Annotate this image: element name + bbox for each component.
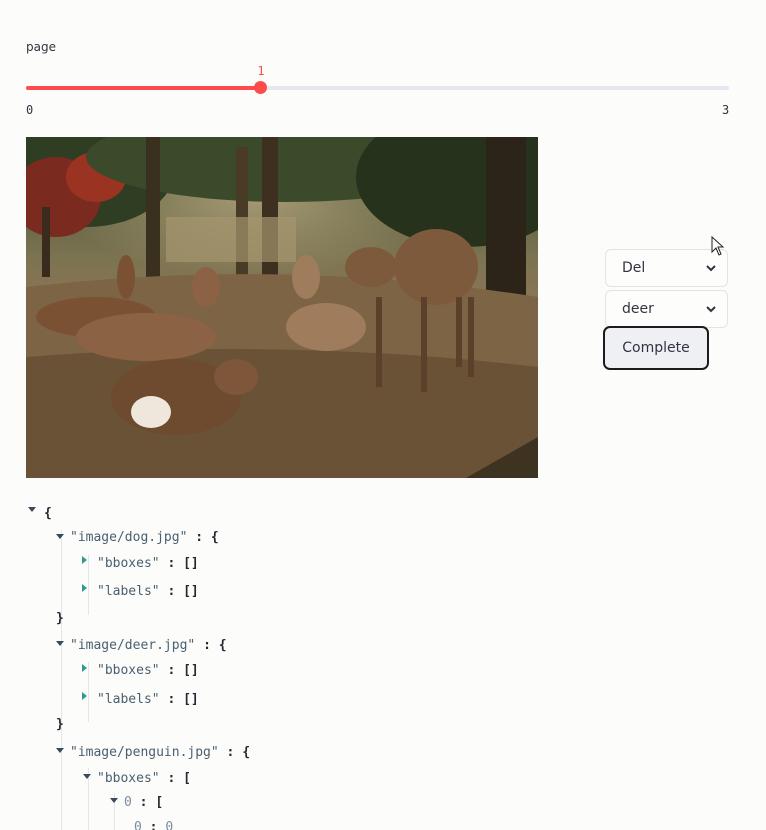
close-brace: } bbox=[56, 611, 64, 626]
mouse-cursor-icon bbox=[711, 236, 725, 256]
json-field-bboxes: "bboxes" : [] bbox=[97, 556, 199, 571]
json-entry-dog: "image/dog.jpg" : { bbox=[70, 530, 219, 545]
json-field-labels: "labels" : [] bbox=[97, 584, 199, 599]
json-entry-deer: "image/deer.jpg" : { bbox=[70, 638, 227, 653]
root-open-brace: { bbox=[44, 506, 52, 521]
slider-label: page bbox=[26, 40, 56, 54]
collapse-toggle-icon[interactable] bbox=[28, 507, 36, 512]
collapse-toggle-icon[interactable] bbox=[83, 774, 91, 779]
collapse-toggle-icon[interactable] bbox=[56, 534, 64, 539]
slider-thumb[interactable] bbox=[254, 81, 267, 94]
chevron-down-icon bbox=[706, 265, 716, 272]
expand-toggle-icon[interactable] bbox=[82, 556, 87, 564]
slider-max-label: 3 bbox=[722, 103, 730, 117]
collapse-toggle-icon[interactable] bbox=[110, 798, 118, 803]
json-field-labels: "labels" : [] bbox=[97, 692, 199, 707]
action-select-value: Del bbox=[622, 260, 646, 276]
expand-toggle-icon[interactable] bbox=[82, 664, 87, 672]
indent-guide bbox=[61, 530, 62, 830]
expand-toggle-icon[interactable] bbox=[82, 692, 87, 700]
collapse-toggle-icon[interactable] bbox=[56, 748, 64, 753]
slider-min-label: 0 bbox=[26, 103, 34, 117]
action-select[interactable]: Del bbox=[605, 249, 728, 287]
chevron-down-icon bbox=[706, 306, 716, 313]
label-select[interactable]: deer bbox=[605, 290, 728, 328]
label-select-value: deer bbox=[622, 301, 654, 317]
json-entry-penguin: "image/penguin.jpg" : { bbox=[70, 745, 251, 760]
json-array-value: 0 : 0 bbox=[134, 820, 174, 830]
json-viewer: { "image/dog.jpg" : { "bboxes" : [] "lab… bbox=[26, 500, 726, 830]
page-slider[interactable] bbox=[26, 81, 729, 94]
json-array-item: 0 : [ bbox=[124, 795, 164, 810]
collapse-toggle-icon[interactable] bbox=[56, 641, 64, 646]
app-root: page 1 0 3 Del deer Complete {"image/do… bbox=[0, 0, 766, 830]
indent-guide bbox=[88, 662, 89, 722]
slider-fill bbox=[26, 86, 260, 90]
slider-current-value: 1 bbox=[257, 64, 265, 78]
json-field-bboxes: "bboxes" : [] bbox=[97, 663, 199, 678]
complete-button[interactable]: Complete bbox=[603, 326, 709, 370]
indent-guide bbox=[88, 555, 89, 615]
deer-image[interactable] bbox=[26, 137, 538, 478]
close-brace: } bbox=[56, 717, 64, 732]
json-field-bboxes: "bboxes" : [ bbox=[97, 771, 191, 786]
expand-toggle-icon[interactable] bbox=[82, 584, 87, 592]
deer-photo-illustration bbox=[26, 137, 538, 478]
